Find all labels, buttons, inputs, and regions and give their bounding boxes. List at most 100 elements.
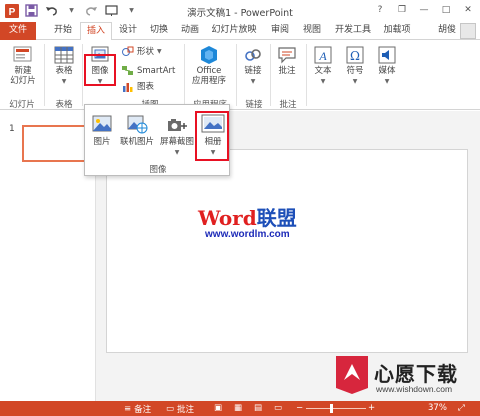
new-slide-button[interactable]: 新建 幻灯片 [6,44,40,86]
links-label: 链接 [244,66,262,76]
text-box-icon: A [313,44,333,66]
watermark-url: www.wordlm.com [205,229,290,240]
tab-file[interactable]: 文件 [0,22,36,40]
online-picture-icon [126,113,148,135]
tab-developer[interactable]: 开发工具 [330,22,376,40]
divider [236,44,237,106]
group-label-tables: 表格 [55,100,73,110]
tab-transitions[interactable]: 切换 [144,22,174,40]
table-button[interactable]: 表格 ▼ [50,44,78,86]
symbols-button[interactable]: Ω 符号 ▼ [342,44,368,86]
zoom-out-icon[interactable]: − [296,403,303,413]
notes-button[interactable]: ≡ 备注 [124,403,151,415]
office-apps-label-1: Office [196,66,222,76]
comment-button[interactable]: 批注 [274,44,300,76]
smartart-icon [122,66,133,75]
tab-animations[interactable]: 动画 [176,22,204,40]
logo-url: www.wishdown.com [376,384,453,394]
online-pictures-label: 联机图片 [119,137,154,147]
watermark-title: Word联盟 [198,207,297,229]
dropdown-group-label: 图像 [149,165,167,175]
divider [44,44,45,106]
zoom-in-icon[interactable]: + [368,403,375,413]
notes-label: 备注 [134,405,152,415]
tab-slideshow[interactable]: 幻灯片放映 [206,22,262,40]
photo-album-highlight-box [195,111,229,161]
close-button[interactable]: ✕ [458,2,478,18]
user-name[interactable]: 胡俊 [438,22,456,40]
new-slide-icon [12,44,34,66]
tab-insert[interactable]: 插入 [80,22,112,41]
chart-label: 图表 [137,82,155,92]
camera-icon [166,113,188,135]
wishdown-watermark: 心愿下载 www.wishdown.com [332,352,478,402]
slideshow-view-icon[interactable]: ▭ [274,403,282,413]
screenshot-label: 屏幕截图 [159,137,194,147]
comments-label: 批注 [177,405,195,415]
tab-home[interactable]: 开始 [48,22,78,40]
picture-icon [91,113,113,135]
chart-button[interactable]: 图表 [122,80,154,92]
smartart-button[interactable]: SmartArt [122,65,175,76]
slide-thumbnails-pane: 1 [0,111,96,401]
watermark-word-red: Word [198,206,257,230]
chevron-down-icon: ▼ [157,47,162,55]
svg-text:A: A [318,49,327,63]
divider [306,44,307,106]
chevron-down-icon: ▼ [250,78,256,85]
tab-design[interactable]: 设计 [114,22,142,40]
minimize-button[interactable]: — [414,2,434,18]
chevron-down-icon: ▼ [61,78,67,85]
media-button[interactable]: 媒体 ▼ [374,44,400,86]
fit-to-window-icon[interactable]: ⤢ [458,403,465,413]
tab-addins[interactable]: 加载项 [378,22,416,40]
office-apps-button[interactable]: Office 应用程序 [186,44,232,86]
comments-icon: ▭ [166,404,175,414]
chevron-down-icon: ▼ [352,78,358,85]
comments-button[interactable]: ▭ 批注 [166,403,194,415]
slide-thumbnail[interactable] [22,125,88,162]
shapes-label: 形状 [137,47,155,57]
wishdown-logo-icon [336,356,368,394]
ribbon-display-button[interactable]: ❐ [392,2,412,18]
slide-sorter-icon[interactable]: ▦ [234,403,242,413]
maximize-button[interactable]: □ [436,2,456,18]
window-controls: ? ❐ — □ ✕ [370,2,478,18]
comment-icon [276,44,298,66]
status-bar: ≡ 备注 ▭ 批注 ▣ ▦ ▤ ▭ − + 37% ⤢ [0,401,480,416]
screenshot-button[interactable]: 屏幕截图 ▼ [157,113,197,157]
avatar[interactable] [460,23,476,39]
text-button[interactable]: A 文本 ▼ [310,44,336,86]
text-label: 文本 [314,66,332,76]
chevron-down-icon: ▼ [174,149,180,156]
group-label-links: 链接 [245,100,263,110]
slide-canvas[interactable] [106,149,468,353]
link-icon [242,44,264,66]
table-label: 表格 [55,66,73,76]
images-highlight-box [84,54,116,86]
online-pictures-button[interactable]: 联机图片 [117,113,157,147]
zoom-slider-thumb[interactable] [330,404,333,413]
table-icon [53,44,75,66]
tab-view[interactable]: 视图 [298,22,326,40]
office-store-icon [198,44,220,66]
group-label-comments: 批注 [279,100,297,110]
title-bar: P ▼ ▼ 演示文稿1 - PowerPoint ? ❐ — □ ✕ [0,0,480,22]
symbols-label: 符号 [346,66,364,76]
speaker-icon [377,44,397,66]
chart-icon [123,82,133,92]
divider [270,44,271,106]
powerpoint-window: P ▼ ▼ 演示文稿1 - PowerPoint ? ❐ — □ ✕ 文件 开始… [0,0,480,416]
normal-view-icon[interactable]: ▣ [214,403,222,413]
shapes-button[interactable]: 形状 ▼ [122,45,162,57]
tab-review[interactable]: 审阅 [266,22,294,40]
divider [82,44,83,106]
reading-view-icon[interactable]: ▤ [254,403,262,413]
links-button[interactable]: 链接 ▼ [240,44,266,86]
zoom-slider[interactable] [306,408,366,409]
help-button[interactable]: ? [370,2,390,18]
new-slide-label-2: 幻灯片 [10,76,36,86]
zoom-level[interactable]: 37% [428,403,447,413]
logo-text: 心愿下载 [374,362,458,386]
pictures-button[interactable]: 图片 [89,113,115,147]
